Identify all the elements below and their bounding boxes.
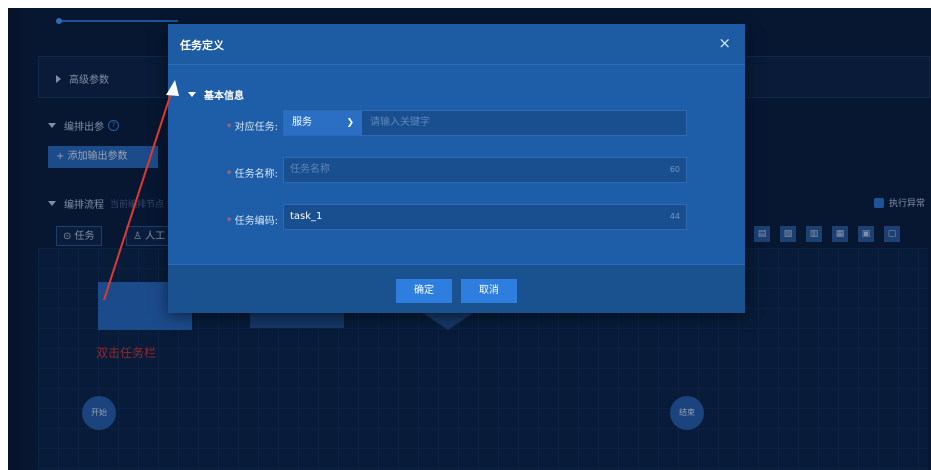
- task-code-input[interactable]: task_1 44: [283, 204, 687, 230]
- cancel-button[interactable]: 取消: [461, 279, 517, 303]
- close-icon[interactable]: ×: [718, 34, 731, 52]
- chevron-down-icon: ❯: [346, 118, 354, 128]
- task-name-placeholder: 任务名称: [290, 164, 330, 175]
- task-definition-dialog: 任务定义 × 基本信息 * 对应任务: 服务 ❯ 请输入关键字 * 任务名称: 任务…: [168, 24, 745, 313]
- collapse-arrow-icon: [188, 92, 196, 97]
- field-label-code: * 任务编码:: [226, 216, 278, 227]
- dialog-footer: 确定 取消: [168, 264, 745, 313]
- field-label-task: * 对应任务:: [226, 122, 278, 133]
- field-label-name: * 任务名称:: [226, 169, 278, 180]
- required-star: *: [226, 216, 232, 227]
- required-star: *: [226, 122, 232, 133]
- task-select-field[interactable]: 服务 ❯ 请输入关键字: [283, 110, 687, 136]
- dialog-title: 任务定义: [180, 39, 224, 52]
- basic-info-toggle[interactable]: 基本信息: [188, 87, 244, 102]
- task-name-input[interactable]: 任务名称 60: [283, 157, 687, 183]
- required-star: *: [226, 169, 232, 180]
- keyword-input[interactable]: 请输入关键字: [370, 111, 430, 135]
- basic-info-label: 基本信息: [204, 91, 244, 102]
- confirm-button[interactable]: 确定: [396, 279, 452, 303]
- task-code-value: task_1: [290, 211, 323, 222]
- dialog-header: 任务定义 ×: [168, 24, 745, 65]
- task-type-value: 服务: [292, 117, 312, 128]
- task-name-counter: 60: [669, 165, 680, 174]
- task-code-counter: 44: [669, 212, 680, 221]
- task-type-select[interactable]: 服务 ❯: [284, 111, 362, 135]
